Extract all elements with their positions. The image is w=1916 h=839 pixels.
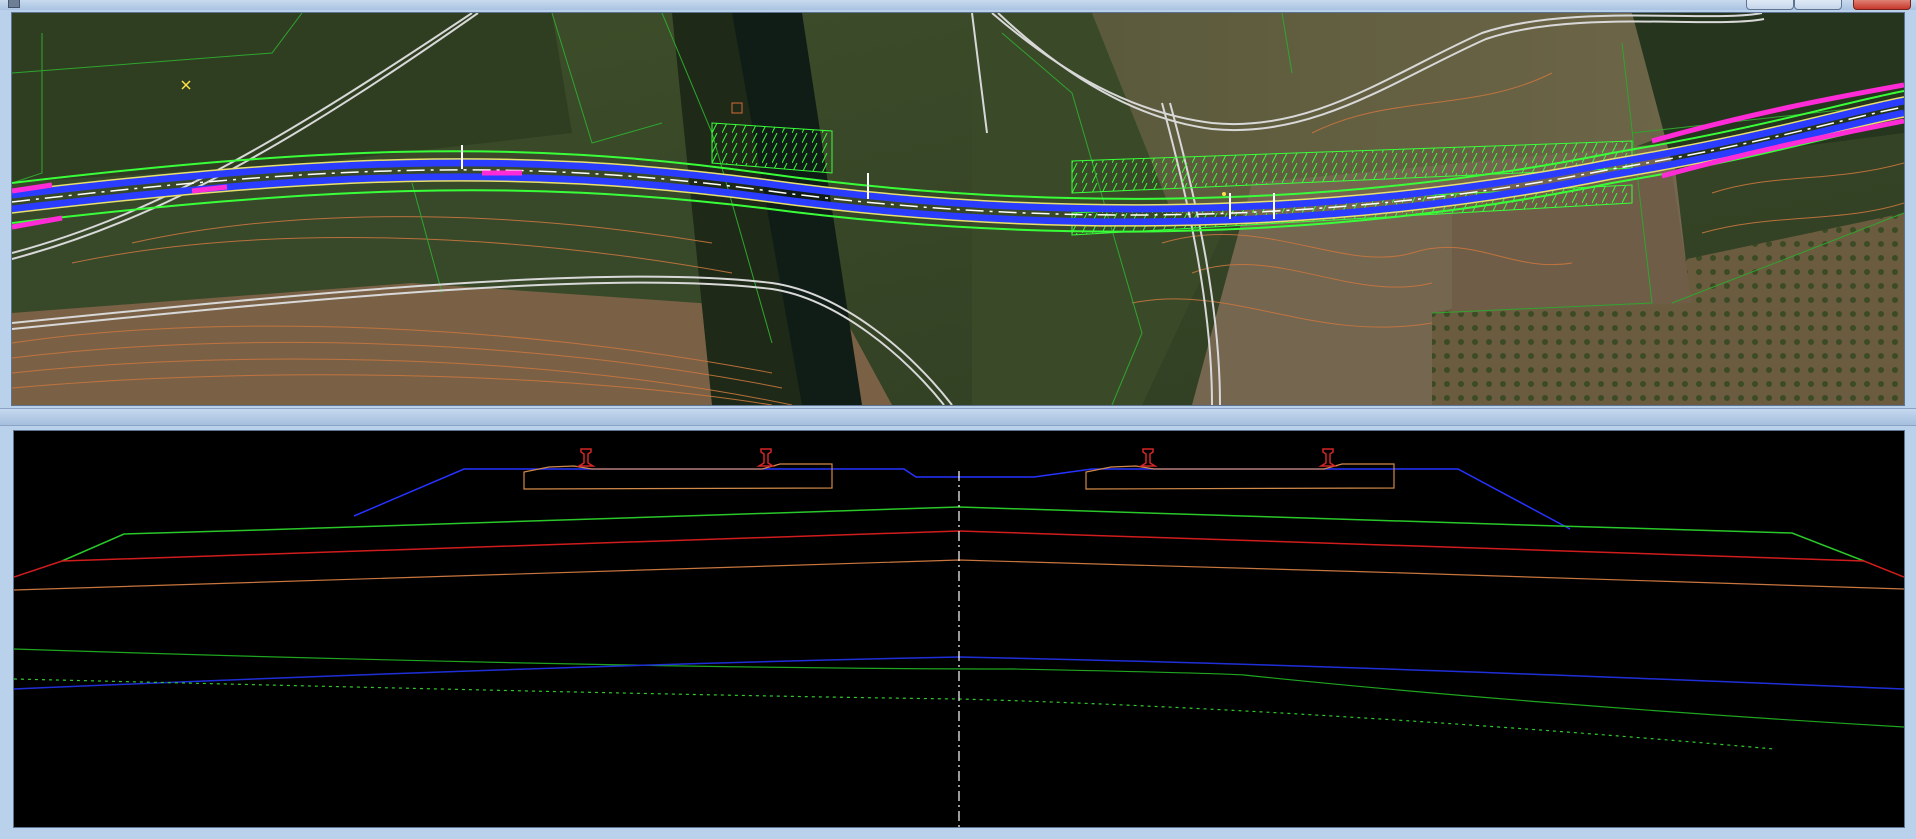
cross-section-drawing <box>14 448 1904 827</box>
rail-icon <box>1318 448 1338 467</box>
rail-profiles <box>576 448 1338 467</box>
pane-splitter[interactable] <box>0 408 1916 426</box>
ballast-right <box>1085 463 1395 490</box>
close-button[interactable] <box>1853 0 1911 10</box>
title-bar <box>0 0 1916 10</box>
maximize-button[interactable] <box>1794 0 1842 10</box>
rail-icon <box>576 448 596 467</box>
minimize-button[interactable] <box>1746 0 1794 10</box>
cross-section-viewport[interactable] <box>13 430 1905 828</box>
dashed-ground-line <box>14 678 1775 750</box>
app-window-icon <box>8 0 20 8</box>
rail-icon <box>1138 448 1158 467</box>
ballast-left <box>523 463 833 490</box>
plan-view-viewport[interactable] <box>11 12 1905 406</box>
rail-icon <box>756 448 776 467</box>
ground-line-green <box>61 506 1865 562</box>
plan-drawing <box>12 13 1904 405</box>
